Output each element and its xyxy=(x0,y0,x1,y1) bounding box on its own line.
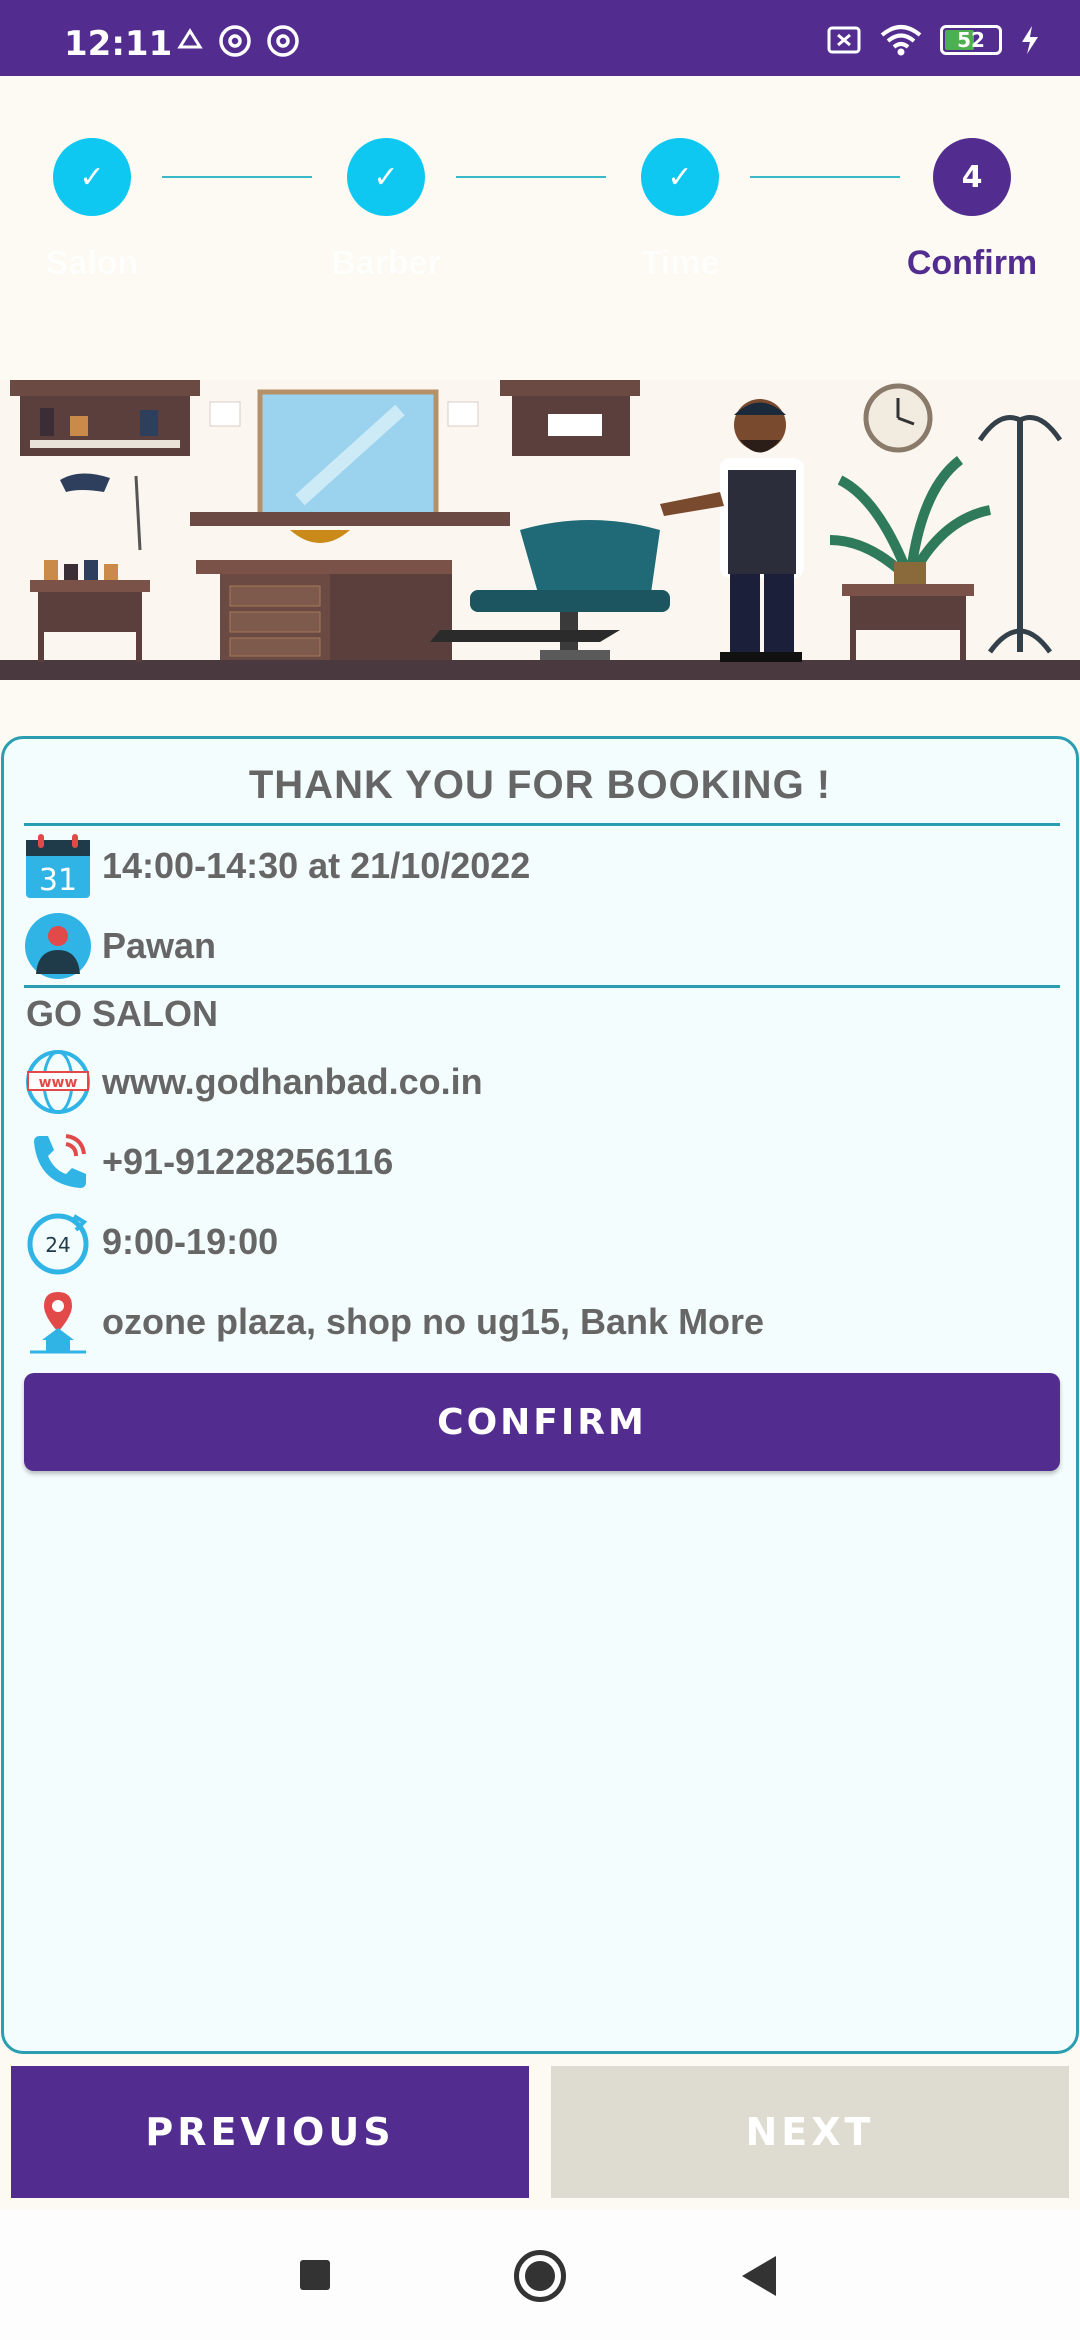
battery-icon: 52 xyxy=(940,25,1002,55)
phone-row: +91-91228256116 xyxy=(24,1127,393,1197)
barber-row: Pawan xyxy=(24,911,216,981)
step-number: 4 xyxy=(933,138,1011,216)
hotspot-icon xyxy=(219,25,251,57)
step-connector xyxy=(750,176,900,178)
opening-hours: 9:00-19:00 xyxy=(102,1221,279,1262)
card-title: THANK YOU FOR BOOKING ! xyxy=(248,763,832,807)
globe-icon: www xyxy=(26,1050,90,1114)
recent-apps-icon[interactable] xyxy=(300,2260,330,2290)
booking-summary-card: THANK YOU FOR BOOKING ! 31 14:00-14:30 a… xyxy=(1,736,1079,2054)
address-row: ozone plaza, shop no ug15, Bank More xyxy=(24,1287,764,1357)
status-icons-right: 52 xyxy=(826,24,1040,56)
previous-button[interactable]: PREVIOUS xyxy=(11,2066,529,2198)
step-barber[interactable]: ✓ Barber xyxy=(306,138,466,283)
step-salon[interactable]: ✓ Salon xyxy=(12,138,172,283)
step-label: Barber xyxy=(331,244,441,282)
hours-icon-text: 24 xyxy=(45,1233,70,1257)
status-time: 12:11 xyxy=(64,24,173,64)
step-label: Salon xyxy=(45,244,139,282)
calendar-icon: 31 xyxy=(26,834,90,898)
wifi-icon xyxy=(880,25,922,56)
battery-level: 52 xyxy=(957,28,985,52)
phone-number[interactable]: +91-91228256116 xyxy=(102,1141,393,1183)
confirm-button[interactable]: CONFIRM xyxy=(24,1373,1060,1471)
status-bar: 12:11 52 xyxy=(0,0,1080,76)
website-row: www www.godhanbad.co.in xyxy=(24,1047,483,1117)
clock-24-icon: 24 xyxy=(27,1213,89,1275)
status-icons-left xyxy=(176,24,300,58)
location-pin-icon xyxy=(30,1292,86,1354)
check-icon: ✓ xyxy=(53,138,131,216)
divider xyxy=(24,985,1060,988)
sim-off-icon xyxy=(827,26,861,54)
website-link[interactable]: www.godhanbad.co.in xyxy=(102,1061,483,1103)
barbershop-illustration xyxy=(0,380,1080,680)
system-navigation-bar xyxy=(0,2210,1080,2340)
salon-name: GO SALON xyxy=(26,993,219,1034)
calendar-day: 31 xyxy=(39,863,77,898)
step-confirm[interactable]: 4 Confirm xyxy=(892,138,1052,283)
next-button[interactable]: NEXT xyxy=(551,2066,1069,2198)
salon-address: ozone plaza, shop no ug15, Bank More xyxy=(102,1301,765,1342)
home-icon[interactable] xyxy=(514,2250,566,2302)
step-time[interactable]: ✓ Time xyxy=(600,138,760,283)
website-icon-text: www xyxy=(39,1075,78,1091)
phone-icon xyxy=(34,1134,86,1188)
step-connector xyxy=(162,176,312,178)
step-label: Confirm xyxy=(906,244,1038,282)
divider xyxy=(24,823,1060,826)
booking-time-row: 31 14:00-14:30 at 21/10/2022 xyxy=(24,831,530,901)
hours-row: 24 9:00-19:00 xyxy=(24,1207,278,1277)
person-icon xyxy=(25,913,91,979)
step-label: Time xyxy=(640,244,720,282)
app-notification-icon xyxy=(177,28,203,49)
barber-name: Pawan xyxy=(102,925,217,966)
hotspot-icon xyxy=(267,25,299,57)
booking-time: 14:00-14:30 at 21/10/2022 xyxy=(102,845,531,886)
check-icon: ✓ xyxy=(641,138,719,216)
step-connector xyxy=(456,176,606,178)
check-icon: ✓ xyxy=(347,138,425,216)
booking-stepper: ✓ Salon ✓ Barber ✓ Time 4 Confirm xyxy=(0,76,1080,376)
charging-icon xyxy=(1022,26,1038,54)
back-icon[interactable] xyxy=(742,2256,776,2296)
